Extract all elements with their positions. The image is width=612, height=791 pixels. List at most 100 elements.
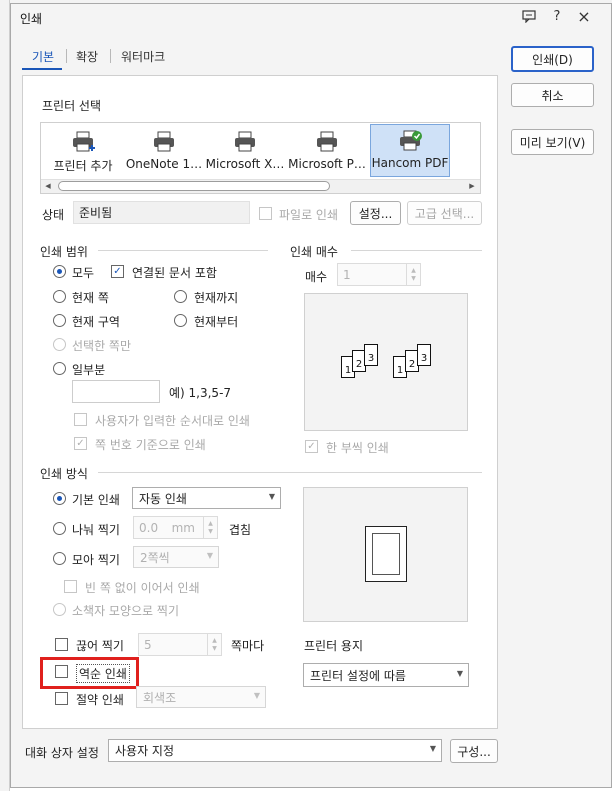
- print-to-file-label: 파일로 인쇄: [279, 208, 339, 222]
- range-until-current-radio[interactable]: [174, 290, 187, 303]
- scroll-left-icon[interactable]: ◀: [42, 181, 54, 191]
- close-button[interactable]: ×: [575, 7, 593, 26]
- section-divider: [351, 250, 482, 251]
- range-current-section-radio[interactable]: [53, 314, 66, 327]
- print-to-file-checkbox[interactable]: [259, 207, 272, 220]
- active-tab-indicator: [22, 68, 62, 70]
- split-unit: mm: [171, 521, 195, 535]
- gather-dropdown[interactable]: 2쪽씩 ▼: [133, 546, 219, 568]
- method-section-title: 인쇄 방식: [40, 467, 88, 481]
- printer-icon: [232, 130, 258, 154]
- include-linked-checkbox[interactable]: ✓: [111, 265, 124, 278]
- scroll-right-icon[interactable]: ▶: [466, 181, 478, 191]
- saving-print-checkbox[interactable]: [55, 692, 68, 705]
- print-button[interactable]: 인쇄(D): [511, 46, 594, 72]
- section-divider: [98, 250, 268, 251]
- split-print-radio[interactable]: [53, 522, 66, 535]
- advanced-button[interactable]: 고급 선택...: [407, 201, 482, 225]
- default-printer-icon: [397, 129, 423, 153]
- status-label: 상태: [42, 208, 65, 222]
- chevron-down-icon: ▼: [253, 691, 260, 700]
- dialog-settings-label: 대화 상자 설정: [25, 746, 99, 760]
- copies-spinbox[interactable]: 1 ▲ ▼: [337, 263, 421, 286]
- cut-print-checkbox[interactable]: [55, 638, 68, 651]
- cut-print-label: 끊어 찍기: [76, 639, 124, 653]
- cancel-button[interactable]: 취소: [511, 83, 594, 107]
- page-range-example: 예) 1,3,5-7: [169, 386, 232, 400]
- settings-button[interactable]: 설정...: [350, 201, 401, 225]
- page-range-input[interactable]: [72, 380, 160, 403]
- split-print-label: 나눠 찍기: [72, 523, 120, 537]
- basic-print-radio[interactable]: [53, 492, 66, 505]
- tab-extended[interactable]: 확장: [76, 48, 98, 65]
- dialog-title: 인쇄: [20, 12, 43, 26]
- chevron-down-icon: ▼: [206, 551, 213, 560]
- printer-label: Hancom PDF: [371, 156, 449, 170]
- help-button[interactable]: ?: [548, 7, 566, 25]
- copies-value: 1: [343, 267, 351, 282]
- configure-button[interactable]: 구성...: [450, 739, 498, 763]
- overlap-label: 겹침: [229, 523, 252, 537]
- chevron-down-icon: ▼: [456, 669, 463, 678]
- no-blank-checkbox[interactable]: [64, 580, 77, 593]
- collate-label: 한 부씩 인쇄: [326, 441, 389, 455]
- tab-divider: [110, 49, 111, 63]
- range-from-current-label: 현재부터: [194, 315, 239, 329]
- range-selected-pages-radio[interactable]: [53, 338, 66, 351]
- gather-print-radio[interactable]: [53, 552, 66, 565]
- cut-unit-label: 쪽마다: [231, 639, 265, 653]
- printer-label: OneNote 1…: [125, 157, 203, 171]
- split-spinbox[interactable]: 0.0 mm ▲ ▼: [133, 516, 218, 539]
- range-until-current-label: 현재까지: [194, 291, 239, 305]
- printer-item-pdf[interactable]: Microsoft P…: [287, 126, 367, 176]
- scrollbar-thumb[interactable]: [58, 181, 330, 191]
- include-linked-label: 연결된 문서 포함: [132, 266, 217, 280]
- printer-icon: [151, 130, 177, 154]
- range-some-label: 일부분: [72, 363, 106, 377]
- tab-basic[interactable]: 기본: [32, 48, 54, 65]
- printer-icon: [314, 130, 340, 154]
- range-current-section-label: 현재 구역: [72, 315, 120, 329]
- printer-section-title: 프린터 선택: [42, 99, 102, 113]
- range-all-radio[interactable]: [53, 265, 66, 278]
- user-order-checkbox[interactable]: [74, 413, 87, 426]
- tab-watermark[interactable]: 워터마크: [121, 48, 165, 65]
- range-selected-pages-label: 선택한 쪽만: [72, 339, 132, 353]
- cut-spinbox[interactable]: 5 ▲ ▼: [138, 633, 222, 656]
- range-from-current-radio[interactable]: [174, 314, 187, 327]
- spin-arrows-icon[interactable]: ▲ ▼: [406, 264, 420, 285]
- split-value: 0.0: [139, 520, 159, 535]
- gather-print-label: 모아 찍기: [72, 553, 120, 567]
- range-some-radio[interactable]: [53, 362, 66, 375]
- range-current-page-radio[interactable]: [53, 290, 66, 303]
- dialog-settings-value: 사용자 지정: [115, 744, 175, 758]
- cut-value: 5: [144, 637, 152, 652]
- collate-checkbox[interactable]: ✓: [305, 440, 318, 453]
- printer-label: Microsoft X…: [205, 157, 285, 171]
- chevron-down-icon: ▼: [429, 744, 436, 753]
- page-number-basis-checkbox[interactable]: ✓: [74, 437, 87, 450]
- saving-dropdown[interactable]: 회색조 ▼: [136, 686, 266, 708]
- spin-arrows-icon[interactable]: ▲ ▼: [203, 517, 217, 538]
- chat-icon[interactable]: [520, 7, 538, 25]
- collate-preview: [304, 293, 468, 431]
- printer-label: Microsoft P…: [288, 157, 366, 171]
- printer-label: 프린터 추가: [53, 159, 113, 173]
- printer-item-onenote[interactable]: OneNote 1…: [124, 126, 204, 176]
- paper-dropdown[interactable]: 프린터 설정에 따름 ▼: [303, 663, 469, 687]
- printer-item-xps[interactable]: Microsoft X…: [205, 126, 285, 176]
- booklet-radio[interactable]: [53, 603, 66, 616]
- printer-item-add[interactable]: 프린터 추가: [43, 126, 123, 176]
- basic-print-value: 자동 인쇄: [139, 491, 187, 506]
- paper-label: 프린터 용지: [304, 639, 364, 653]
- printer-item-hancom-pdf[interactable]: Hancom PDF: [370, 124, 450, 177]
- user-order-label: 사용자가 입력한 순서대로 인쇄: [95, 414, 250, 428]
- status-field: 준비됨: [73, 201, 250, 224]
- section-divider: [98, 472, 482, 473]
- spin-arrows-icon[interactable]: ▲ ▼: [207, 634, 221, 655]
- basic-print-dropdown[interactable]: 자동 인쇄 ▼: [132, 487, 281, 509]
- basic-print-label: 기본 인쇄: [72, 493, 120, 507]
- preview-button[interactable]: 미리 보기(V): [511, 129, 594, 155]
- dialog-settings-dropdown[interactable]: 사용자 지정 ▼: [108, 739, 442, 762]
- booklet-label: 소책자 모양으로 찍기: [72, 604, 179, 618]
